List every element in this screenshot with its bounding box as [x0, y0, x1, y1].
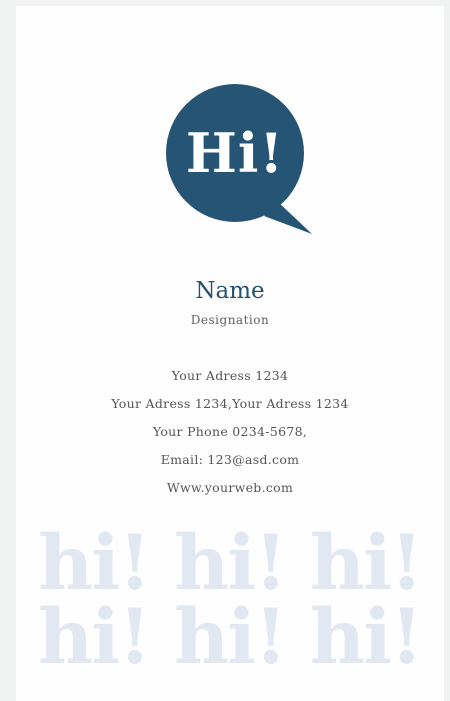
address-line-1: Your Adress 1234: [171, 368, 289, 383]
email-text: Email: 123@asd.com: [160, 452, 300, 467]
logo-text: Hi!: [185, 121, 285, 185]
person-designation: Designation: [190, 313, 270, 327]
speech-bubble-logo: Hi!: [166, 84, 316, 234]
business-card: Hi! Name Designation Your Adress 1234 Yo…: [16, 6, 444, 701]
address-line-2: Your Adress 1234,Your Adress 1234: [111, 396, 349, 411]
pattern-row: hi! hi! hi!: [38, 518, 423, 607]
pattern-row: hi! hi! hi!: [38, 592, 423, 681]
website-text: Www.yourweb.com: [166, 480, 294, 495]
person-name: Name: [195, 278, 265, 304]
phone-text: Your Phone 0234-5678,: [152, 424, 308, 439]
hi-pattern-watermark: hi! hi! hi! hi! hi! hi!: [38, 518, 438, 681]
